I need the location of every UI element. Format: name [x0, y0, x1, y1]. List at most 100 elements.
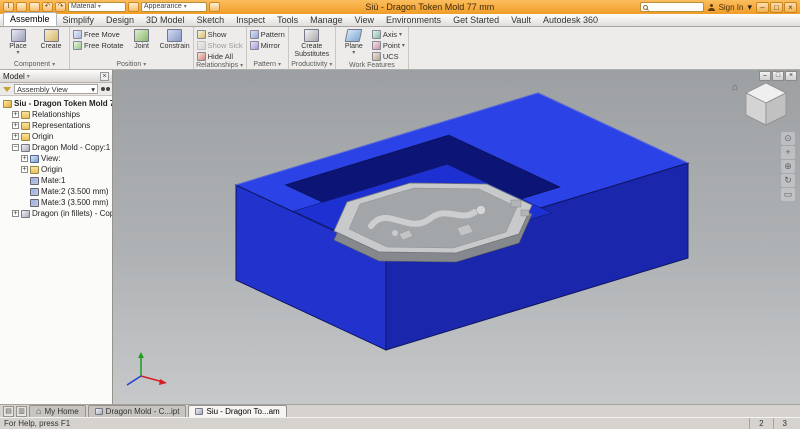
tab-tools[interactable]: Tools: [271, 14, 304, 26]
mate-constraint-icon: [30, 198, 39, 207]
tab-simplify[interactable]: Simplify: [57, 14, 101, 26]
tab-design[interactable]: Design: [100, 14, 140, 26]
expand-icon[interactable]: +: [12, 122, 19, 129]
viewport-3d-canvas[interactable]: [113, 70, 800, 404]
redo-icon[interactable]: ↷: [55, 2, 66, 12]
plane-button[interactable]: Plane ▾: [339, 28, 369, 56]
tab-autodesk-360[interactable]: Autodesk 360: [537, 14, 604, 26]
minimize-button[interactable]: –: [756, 1, 769, 13]
hide-all-button[interactable]: Hide All: [196, 51, 243, 61]
tree-item-view[interactable]: + View:: [0, 153, 112, 164]
expand-icon[interactable]: +: [21, 155, 28, 162]
tree-item-mate-3[interactable]: Mate:3 (3.500 mm): [0, 197, 112, 208]
assembly-view-selector[interactable]: Assembly View ▾: [14, 84, 98, 94]
app-logo-icon[interactable]: I: [3, 2, 14, 12]
tree-item-mate-1[interactable]: Mate:1: [0, 175, 112, 186]
new-file-icon[interactable]: [16, 2, 27, 12]
ucs-button[interactable]: UCS: [371, 51, 405, 61]
panel-label-relationships[interactable]: Relationships ▾: [194, 62, 246, 69]
mirror-button[interactable]: Mirror: [249, 40, 285, 50]
tab-3d-model[interactable]: 3D Model: [140, 14, 191, 26]
tab-sketch[interactable]: Sketch: [191, 14, 231, 26]
panel-label-text: Productivity: [291, 60, 328, 68]
tab-manage[interactable]: Manage: [304, 14, 349, 26]
panel-label-pattern[interactable]: Pattern ▾: [247, 59, 288, 69]
chevron-down-icon[interactable]: ▾: [747, 2, 752, 13]
collapse-icon[interactable]: −: [12, 144, 19, 151]
pan-icon[interactable]: +: [781, 146, 795, 159]
doc-minimize-button[interactable]: –: [759, 71, 771, 81]
panel-label-productivity[interactable]: Productivity ▾: [289, 59, 335, 69]
close-button[interactable]: ×: [784, 1, 797, 13]
measure-icon[interactable]: [209, 2, 220, 12]
tab-environments[interactable]: Environments: [380, 14, 447, 26]
sign-in-button[interactable]: Sign In: [719, 3, 744, 12]
mate-constraint-icon: [30, 176, 39, 185]
panel-label-work-features[interactable]: Work Features: [336, 62, 408, 69]
tree-item-dragon-mold-copy-1[interactable]: − Dragon Mold - Copy:1: [0, 142, 112, 153]
panel-label-component[interactable]: Component ▾: [0, 59, 69, 69]
point-button[interactable]: Point ▾: [371, 40, 405, 50]
doc-tab-dragon-mold[interactable]: Dragon Mold - C...ipt: [87, 405, 187, 417]
pattern-icon: [249, 29, 259, 39]
expand-icon[interactable]: +: [12, 133, 19, 140]
tab-inspect[interactable]: Inspect: [230, 14, 271, 26]
tree-item-origin[interactable]: + Origin: [0, 131, 112, 142]
tab-get-started[interactable]: Get Started: [447, 14, 505, 26]
orbit-icon[interactable]: ↻: [781, 174, 795, 187]
tree-item-relationships[interactable]: + Relationships: [0, 109, 112, 120]
doc-restore-button[interactable]: □: [772, 71, 784, 81]
appearance-combobox[interactable]: Appearance ▾: [141, 2, 207, 12]
pattern-button[interactable]: Pattern: [249, 29, 285, 39]
panel-label-position[interactable]: Position ▾: [70, 59, 193, 69]
tile-windows-icon[interactable]: ▥: [16, 406, 27, 417]
mirror-icon: [249, 40, 259, 50]
viewcube-home-icon[interactable]: ⌂: [732, 82, 738, 93]
tree-item-origin-child[interactable]: + Origin: [0, 164, 112, 175]
adjust-icon[interactable]: [128, 2, 139, 12]
expand-icon[interactable]: +: [21, 166, 28, 173]
undo-icon[interactable]: ↶: [42, 2, 53, 12]
save-icon[interactable]: [29, 2, 40, 12]
create-substitutes-button[interactable]: Create Substitutes: [292, 28, 332, 58]
show-button[interactable]: Show: [196, 29, 243, 39]
search-tree-icon[interactable]: [101, 87, 105, 91]
chevron-down-icon[interactable]: ▾: [27, 73, 30, 80]
doc-tab-siu-dragon-token-mold[interactable]: Siu - Dragon To...am: [188, 405, 287, 417]
browser-close-icon[interactable]: ×: [100, 71, 109, 81]
create-button[interactable]: Create: [36, 28, 66, 51]
maximize-button[interactable]: □: [770, 1, 783, 13]
create-substitutes-icon: [304, 29, 320, 42]
place-button[interactable]: Place ▾: [3, 28, 33, 56]
expand-icon[interactable]: +: [12, 111, 19, 118]
free-move-button[interactable]: Free Move: [73, 29, 124, 39]
tab-vault[interactable]: Vault: [505, 14, 537, 26]
search-input[interactable]: [639, 2, 704, 12]
view-cube[interactable]: [745, 82, 787, 126]
tab-view[interactable]: View: [349, 14, 380, 26]
show-sick-button[interactable]: Show Sick: [196, 40, 243, 50]
doc-tab-my-home[interactable]: ⌂ My Home: [29, 405, 86, 417]
tab-assemble[interactable]: Assemble: [3, 12, 57, 26]
panel-label-text: Position: [116, 60, 142, 68]
arrange-windows-icon[interactable]: ▤: [3, 406, 14, 417]
material-combobox[interactable]: Material ▾: [68, 2, 126, 12]
tree-item-dragon-in-fillets-copy-1[interactable]: + Dragon (in fillets) - Copy:1: [0, 208, 112, 219]
graphics-viewport[interactable]: – □ × ⌂ ⊙ + ⊕ ↻ ▭: [113, 70, 800, 404]
expand-icon[interactable]: +: [12, 210, 19, 217]
tree-item-representations[interactable]: + Representations: [0, 120, 112, 131]
axis-button[interactable]: Axis ▾: [371, 29, 405, 39]
tree-item-mate-2[interactable]: Mate:2 (3.500 mm): [0, 186, 112, 197]
constrain-button[interactable]: Constrain: [160, 28, 190, 51]
joint-button[interactable]: Joint: [127, 28, 157, 51]
navigation-wheel-icon[interactable]: ⊙: [781, 132, 795, 145]
free-rotate-button[interactable]: Free Rotate: [73, 40, 124, 50]
look-at-icon[interactable]: ▭: [781, 188, 795, 201]
tree-item-root-assembly[interactable]: Siu - Dragon Token Mold 77 mm.iam: [0, 98, 112, 109]
constrain-icon: [167, 29, 183, 42]
sprue-piece: [510, 199, 522, 208]
doc-close-button[interactable]: ×: [785, 71, 797, 81]
filter-icon[interactable]: [3, 86, 11, 92]
show-icon: [196, 29, 206, 39]
zoom-icon[interactable]: ⊕: [781, 160, 795, 173]
